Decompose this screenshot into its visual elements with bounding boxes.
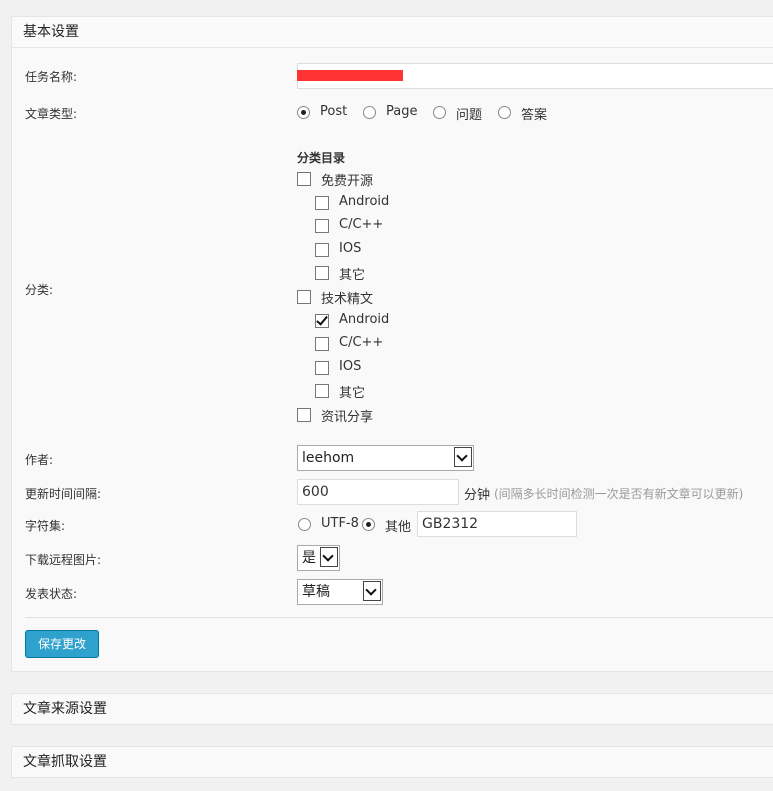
post-type-label: 文章类型: — [25, 107, 78, 121]
publish-status-label: 发表状态: — [25, 587, 78, 601]
author-select[interactable]: leehom — [297, 445, 474, 471]
category-label-cpp-2: C/C++ — [339, 335, 384, 350]
charset-option-other: 其他 — [385, 520, 412, 535]
category-label: 分类: — [25, 283, 54, 297]
charset-radio-other[interactable] — [362, 518, 375, 531]
post-type-radio-post[interactable] — [297, 106, 310, 119]
post-type-option-page: Page — [386, 104, 418, 119]
basic-settings-header[interactable]: 基本设置 — [12, 17, 773, 48]
category-label-ios-1: IOS — [339, 241, 362, 256]
post-type-option-question: 问题 — [456, 108, 483, 123]
category-heading: 分类目录 — [297, 151, 346, 165]
category-label-other-2: 其它 — [339, 386, 366, 401]
post-type-radio-answer[interactable] — [498, 106, 511, 119]
chevron-down-icon[interactable] — [363, 581, 381, 601]
download-images-select[interactable]: 是 — [297, 545, 340, 571]
task-name-label: 任务名称: — [25, 70, 78, 84]
category-label-ios-2: IOS — [339, 359, 362, 374]
chevron-down-icon[interactable] — [320, 547, 338, 567]
update-interval-unit: 分钟 — [464, 488, 491, 503]
publish-status-value: 草稿 — [302, 584, 330, 600]
author-select-value: leehom — [302, 450, 355, 466]
fetch-settings-header[interactable]: 文章抓取设置 — [12, 747, 773, 777]
download-images-label: 下载远程图片: — [25, 553, 102, 567]
post-type-option-post: Post — [320, 104, 348, 119]
category-label-android-1: Android — [339, 194, 390, 209]
category-label-free-open-source: 免费开源 — [321, 174, 374, 189]
category-checkbox-android-1[interactable] — [315, 196, 329, 210]
source-settings-header[interactable]: 文章来源设置 — [12, 694, 773, 724]
category-checkbox-android-2[interactable] — [315, 314, 329, 328]
author-label: 作者: — [25, 453, 54, 467]
publish-status-select[interactable]: 草稿 — [297, 579, 383, 605]
charset-option-utf8: UTF-8 — [321, 516, 359, 531]
charset-radio-utf8[interactable] — [298, 518, 311, 531]
post-type-radio-question[interactable] — [433, 106, 446, 119]
post-type-option-answer: 答案 — [521, 108, 548, 123]
download-images-value: 是 — [302, 550, 316, 566]
category-checkbox-cpp-2[interactable] — [315, 337, 329, 351]
category-label-news-sharing: 资讯分享 — [321, 410, 374, 425]
category-checkbox-tech-articles[interactable] — [297, 290, 311, 304]
category-checkbox-news-sharing[interactable] — [297, 408, 311, 422]
divider — [25, 617, 773, 618]
category-checkbox-free-open-source[interactable] — [297, 172, 311, 186]
category-checkbox-ios-2[interactable] — [315, 361, 329, 375]
charset-input[interactable] — [417, 511, 577, 537]
category-label-android-2: Android — [339, 312, 390, 327]
category-checkbox-ios-1[interactable] — [315, 243, 329, 257]
redaction-bar — [297, 70, 403, 81]
category-checkbox-other-1[interactable] — [315, 266, 329, 280]
category-checkbox-cpp-1[interactable] — [315, 219, 329, 233]
category-label-tech-articles: 技术精文 — [321, 292, 374, 307]
update-interval-hint: (间隔多长时间检测一次是否有新文章可以更新) — [494, 487, 744, 501]
category-label-other-1: 其它 — [339, 268, 366, 283]
save-button[interactable]: 保存更改 — [25, 630, 99, 658]
fetch-settings-panel: 文章抓取设置 — [11, 746, 773, 778]
update-interval-input[interactable] — [297, 479, 459, 505]
update-interval-label: 更新时间间隔: — [25, 487, 102, 501]
post-type-radio-page[interactable] — [363, 106, 376, 119]
charset-label: 字符集: — [25, 519, 66, 533]
source-settings-panel: 文章来源设置 — [11, 693, 773, 725]
category-label-cpp-1: C/C++ — [339, 217, 384, 232]
chevron-down-icon[interactable] — [454, 447, 472, 467]
category-checkbox-other-2[interactable] — [315, 384, 329, 398]
